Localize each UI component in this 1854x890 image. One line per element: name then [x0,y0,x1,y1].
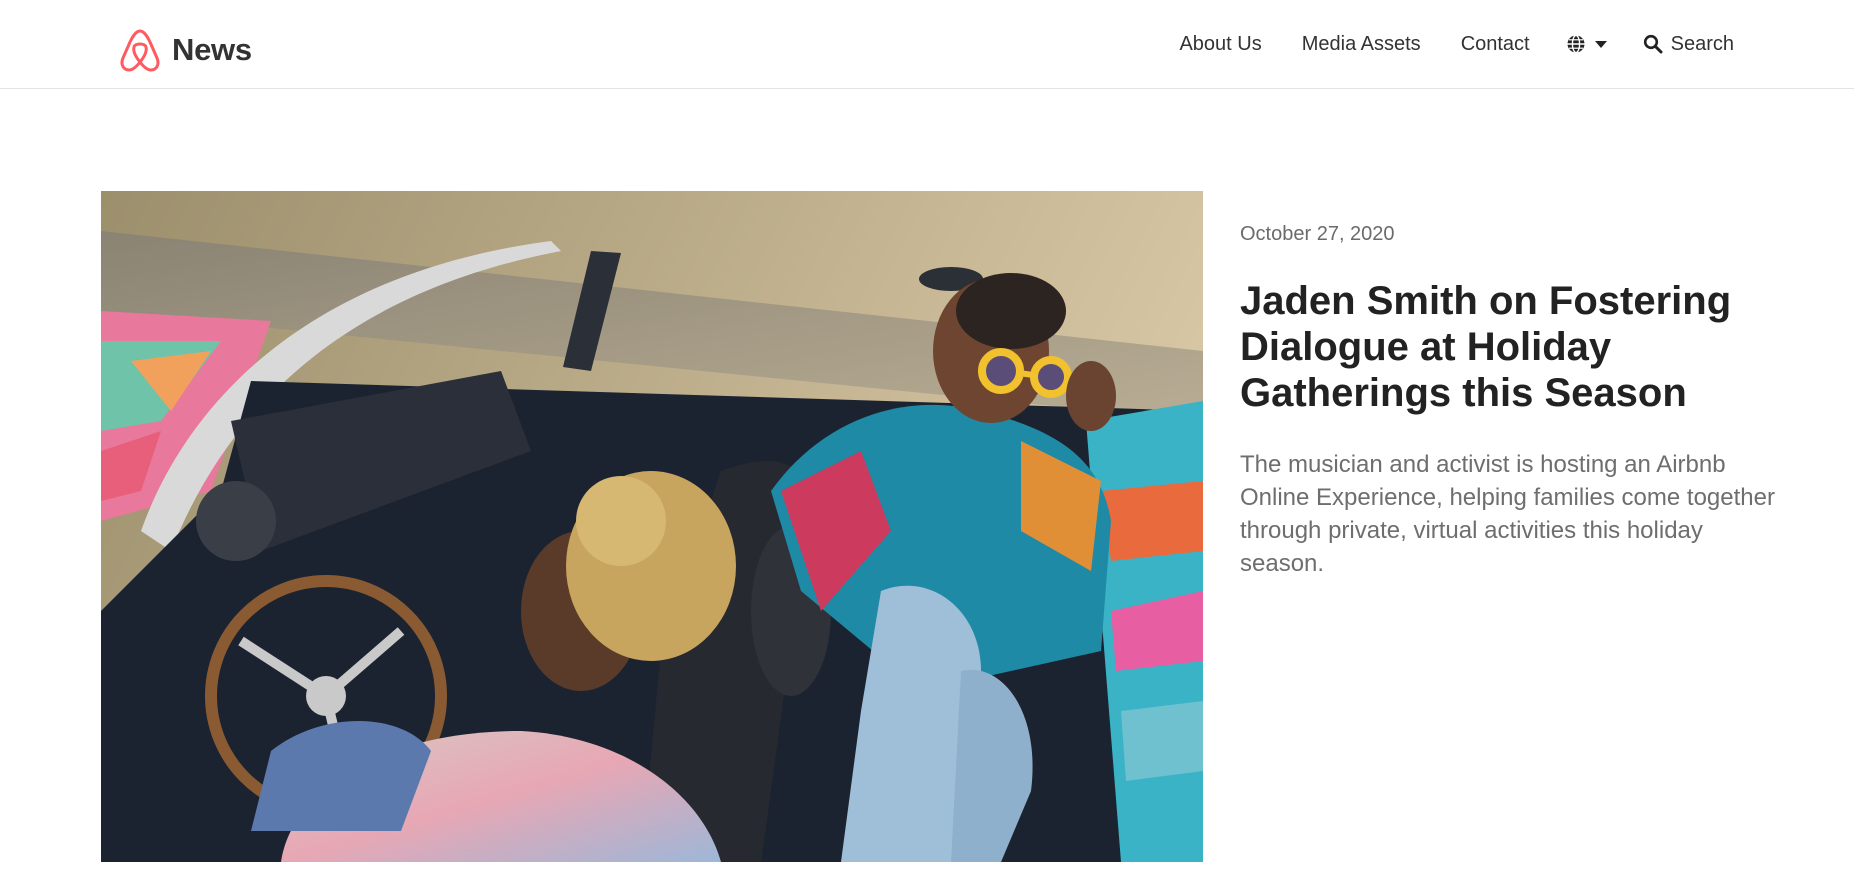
article-summary: The musician and activist is hosting an … [1240,451,1775,577]
article-title[interactable]: Jaden Smith on Fostering Dialogue at Hol… [1240,278,1780,416]
chevron-down-icon [1594,40,1607,48]
article-date: October 27, 2020 [1240,223,1395,245]
brand-name: News [172,32,252,67]
brand-link[interactable]: News [120,28,252,72]
search-icon [1643,34,1663,54]
site-header: News About Us Media Assets Contact Searc… [0,0,1854,89]
nav-contact[interactable]: Contact [1461,33,1530,56]
globe-icon [1566,34,1586,54]
search-label: Search [1670,32,1734,55]
nav-about-us[interactable]: About Us [1179,33,1261,56]
language-selector[interactable] [1566,34,1607,54]
featured-article: October 27, 2020 Jaden Smith on Fosterin… [1240,220,1780,580]
main-nav: About Us Media Assets Contact Search [1139,24,1734,64]
airbnb-logo-icon [120,28,160,72]
search-button[interactable]: Search [1643,33,1734,56]
nav-media-assets[interactable]: Media Assets [1302,33,1421,56]
article-hero-image[interactable] [101,191,1203,862]
